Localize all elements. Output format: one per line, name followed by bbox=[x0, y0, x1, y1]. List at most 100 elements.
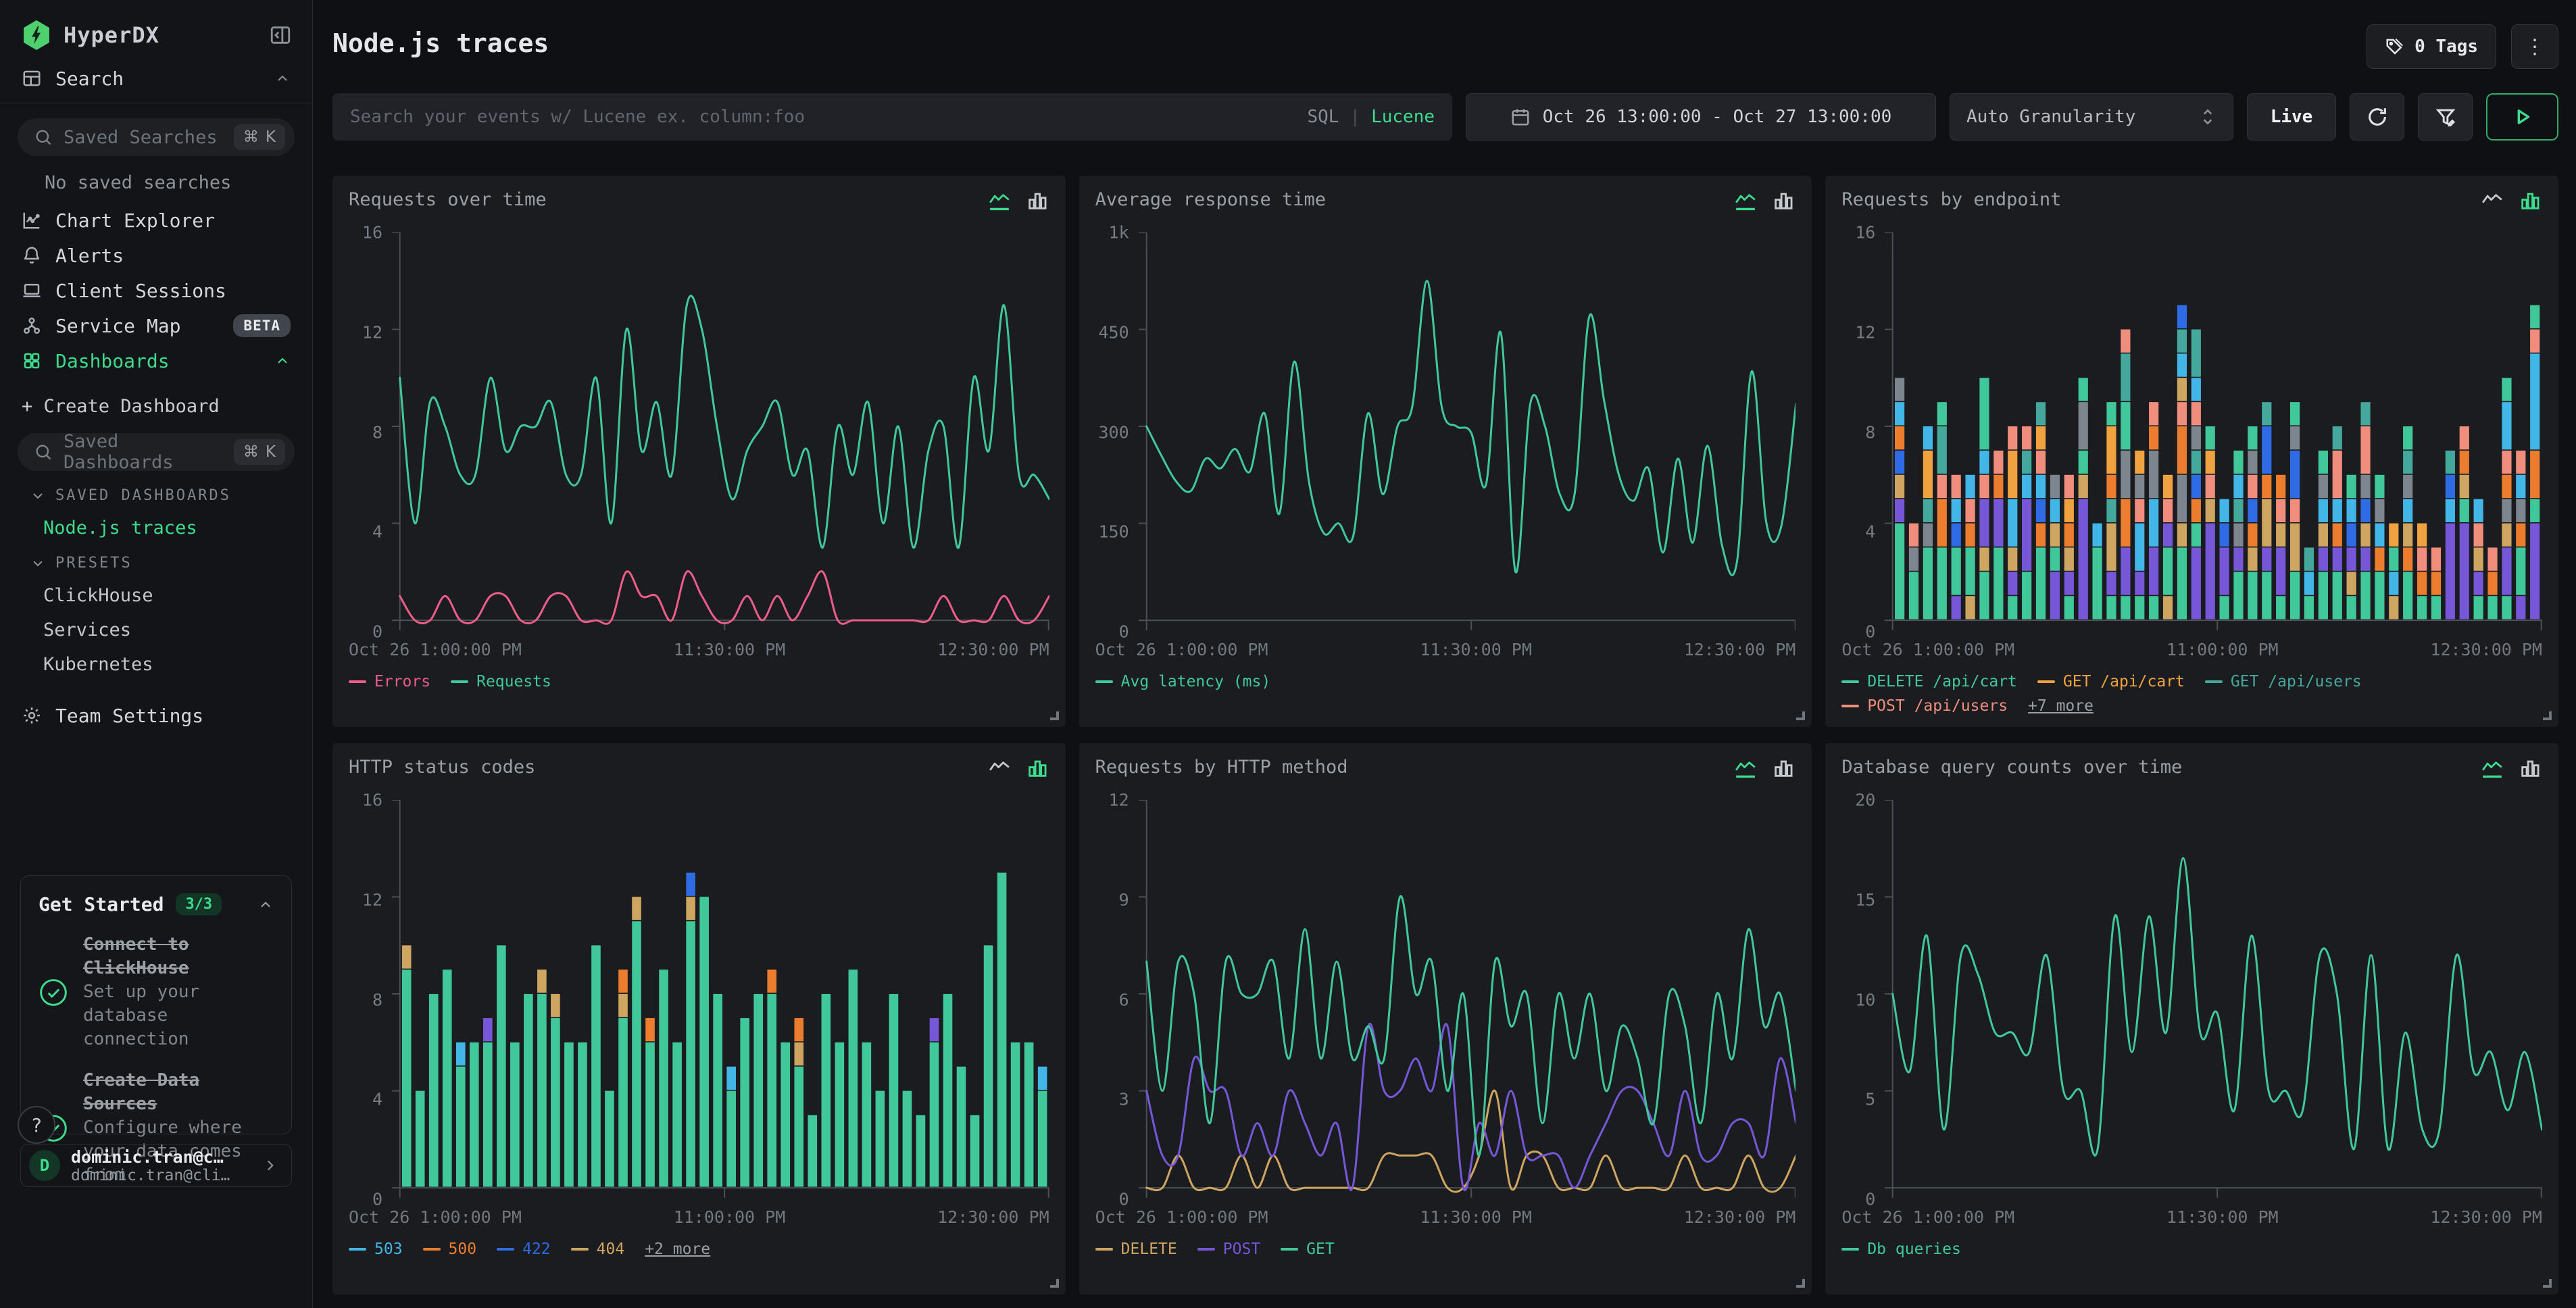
saved-dashboards-section-toggle[interactable]: SAVED DASHBOARDS bbox=[0, 471, 312, 504]
sidebar-item-client-sessions[interactable]: Client Sessions bbox=[0, 273, 312, 308]
line-chart-toggle-icon[interactable] bbox=[987, 189, 1012, 212]
avatar: D bbox=[29, 1150, 60, 1181]
legend-swatch bbox=[451, 680, 468, 683]
legend-item[interactable]: DELETE /api/cart bbox=[1841, 673, 2017, 690]
resize-handle[interactable] bbox=[1050, 1279, 1059, 1288]
sidebar-preset-kubernetes[interactable]: Kubernetes bbox=[0, 640, 312, 675]
sidebar-item-alerts[interactable]: Alerts bbox=[0, 238, 312, 273]
line-chart-toggle-icon[interactable] bbox=[1733, 189, 1758, 212]
section-label: PRESETS bbox=[55, 555, 132, 572]
filter-button[interactable] bbox=[2418, 93, 2473, 141]
saved-searches-placeholder: Saved Searches bbox=[64, 127, 223, 148]
sidebar-preset-services[interactable]: Services bbox=[0, 606, 312, 640]
bar-chart-toggle-icon[interactable] bbox=[1771, 757, 1795, 780]
task-desc: Set up your database connection bbox=[83, 980, 279, 1051]
create-dashboard-button[interactable]: + Create Dashboard bbox=[0, 378, 312, 417]
sidebar-item-search[interactable]: Search bbox=[0, 62, 312, 95]
get-started-task-connect[interactable]: Connect to ClickHouse Set up your databa… bbox=[39, 933, 274, 1051]
bar-chart-toggle-icon[interactable] bbox=[2518, 189, 2542, 212]
presets-section-toggle[interactable]: PRESETS bbox=[0, 538, 312, 572]
legend-item[interactable]: 422 bbox=[497, 1240, 551, 1258]
tags-button[interactable]: 0 Tags bbox=[2367, 24, 2496, 69]
chevron-down-icon bbox=[30, 555, 46, 572]
granularity-select[interactable]: Auto Granularity bbox=[1950, 93, 2233, 141]
legend-item[interactable]: 503 bbox=[349, 1240, 403, 1258]
tag-icon bbox=[2385, 36, 2405, 57]
legend-item[interactable]: GET bbox=[1281, 1240, 1335, 1258]
chart-plot[interactable] bbox=[392, 800, 1049, 1199]
legend-item[interactable]: Db queries bbox=[1841, 1240, 1960, 1258]
y-axis-tick-label: 12 bbox=[362, 322, 382, 342]
chart-plot[interactable] bbox=[1139, 800, 1796, 1199]
y-axis-tick-label: 8 bbox=[372, 990, 382, 1009]
y-axis-tick-label: 8 bbox=[1865, 422, 1875, 442]
bar-chart-toggle-icon[interactable] bbox=[1771, 189, 1795, 212]
lucene-toggle[interactable]: Lucene bbox=[1371, 107, 1435, 127]
legend-item[interactable]: GET /api/cart bbox=[2037, 673, 2185, 690]
line-chart-toggle-icon[interactable] bbox=[987, 757, 1012, 780]
legend-item[interactable]: Avg latency (ms) bbox=[1095, 673, 1271, 690]
legend-item[interactable]: POST bbox=[1197, 1240, 1260, 1258]
legend-swatch bbox=[2205, 680, 2223, 683]
resize-handle[interactable] bbox=[1796, 711, 1805, 720]
legend-more-link[interactable]: +2 more bbox=[645, 1240, 710, 1258]
help-button[interactable]: ? bbox=[18, 1106, 55, 1144]
bar-chart-toggle-icon[interactable] bbox=[1025, 189, 1049, 212]
legend-label: GET /api/users bbox=[2231, 673, 2362, 690]
sidebar-item-chart-explorer[interactable]: Chart Explorer bbox=[0, 203, 312, 238]
x-axis-tick-label: Oct 26 1:00:00 PM bbox=[1095, 640, 1268, 659]
chart-plot[interactable] bbox=[392, 232, 1049, 632]
resize-handle[interactable] bbox=[1796, 1279, 1805, 1288]
y-axis-tick-label: 3 bbox=[1119, 1090, 1129, 1109]
sidebar-item-service-map[interactable]: Service Map BETA bbox=[0, 308, 312, 343]
sql-toggle[interactable]: SQL bbox=[1307, 107, 1339, 127]
bar-chart-toggle-icon[interactable] bbox=[1025, 757, 1049, 780]
sidebar-item-team-settings[interactable]: Team Settings bbox=[0, 698, 312, 733]
y-axis-tick-label: 6 bbox=[1119, 990, 1129, 1009]
y-axis-tick-label: 12 bbox=[1109, 790, 1129, 810]
chevron-up-icon[interactable] bbox=[257, 897, 274, 913]
x-axis-tick-label: Oct 26 1:00:00 PM bbox=[1095, 1207, 1268, 1227]
line-chart-toggle-icon[interactable] bbox=[2480, 757, 2504, 780]
user-menu[interactable]: D dominic.tran@c… dominic.tran@cli… bbox=[20, 1144, 292, 1187]
sidebar-dashboard-nodejs-traces[interactable]: Node.js traces bbox=[0, 504, 312, 538]
resize-handle[interactable] bbox=[2543, 711, 2552, 720]
line-chart-toggle-icon[interactable] bbox=[2480, 189, 2504, 212]
live-button[interactable]: Live bbox=[2247, 93, 2336, 141]
resize-handle[interactable] bbox=[2543, 1279, 2552, 1288]
legend-swatch bbox=[349, 1248, 366, 1251]
sidebar-item-dashboards[interactable]: Dashboards bbox=[0, 343, 312, 378]
legend-more-link[interactable]: +7 more bbox=[2028, 697, 2094, 715]
toolbar: Search your events w/ Lucene ex. column:… bbox=[332, 93, 2558, 141]
date-range-picker[interactable]: Oct 26 13:00:00 - Oct 27 13:00:00 bbox=[1466, 93, 1936, 141]
chart-plot[interactable] bbox=[1885, 800, 2542, 1199]
event-search-input[interactable]: Search your events w/ Lucene ex. column:… bbox=[332, 93, 1452, 141]
legend-item[interactable]: DELETE bbox=[1095, 1240, 1177, 1258]
kbd-shortcut: ⌘K bbox=[234, 439, 285, 465]
x-axis-tick-label: 12:30:00 PM bbox=[937, 640, 1049, 659]
chart-plot[interactable] bbox=[1885, 232, 2542, 632]
sidebar-collapse-icon[interactable] bbox=[269, 24, 292, 47]
legend-item[interactable]: Requests bbox=[451, 673, 551, 690]
legend-item[interactable]: POST /api/users bbox=[1841, 697, 2008, 715]
saved-dashboards-input[interactable]: Saved Dashboards ⌘K bbox=[18, 433, 295, 471]
x-axis-tick-label: Oct 26 1:00:00 PM bbox=[1841, 640, 2014, 659]
saved-searches-input[interactable]: Saved Searches ⌘K bbox=[18, 118, 295, 156]
bar-chart-toggle-icon[interactable] bbox=[2518, 757, 2542, 780]
legend-item[interactable]: 404 bbox=[571, 1240, 625, 1258]
refresh-button[interactable] bbox=[2350, 93, 2404, 141]
legend-swatch bbox=[497, 1248, 514, 1251]
y-axis-tick-label: 450 bbox=[1099, 322, 1129, 342]
run-query-button[interactable] bbox=[2486, 93, 2558, 141]
chevron-up-icon bbox=[274, 353, 291, 369]
line-chart-toggle-icon[interactable] bbox=[1733, 757, 1758, 780]
y-axis-tick-label: 0 bbox=[372, 1190, 382, 1209]
resize-handle[interactable] bbox=[1050, 711, 1059, 720]
legend-label: 500 bbox=[449, 1240, 477, 1258]
chart-plot[interactable] bbox=[1139, 232, 1796, 632]
legend-item[interactable]: 500 bbox=[423, 1240, 477, 1258]
legend-item[interactable]: GET /api/users bbox=[2205, 673, 2362, 690]
sidebar-preset-clickhouse[interactable]: ClickHouse bbox=[0, 572, 312, 606]
dashboard-menu-button[interactable]: ⋮ bbox=[2511, 24, 2558, 69]
legend-item[interactable]: Errors bbox=[349, 673, 430, 690]
